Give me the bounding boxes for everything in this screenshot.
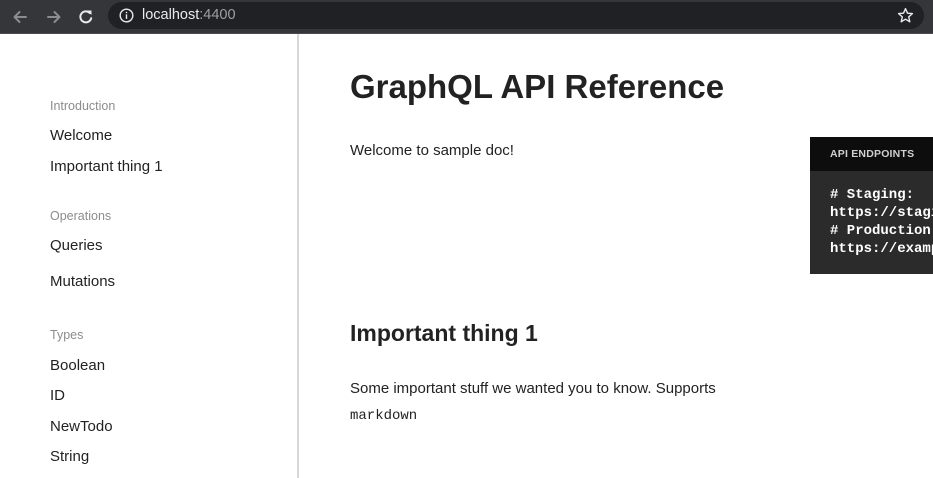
reload-icon: [79, 10, 93, 24]
nav-link-important-thing-1[interactable]: Important thing 1: [50, 157, 163, 176]
nav-link-newtodo[interactable]: NewTodo: [50, 417, 113, 436]
section-text-body: Some important stuff we wanted you to kn…: [350, 380, 716, 397]
info-icon[interactable]: [119, 8, 134, 23]
api-endpoints-code: # Staging: https://staging.example.com/gr…: [830, 186, 933, 258]
page-title: GraphQL API Reference: [350, 68, 725, 105]
sidebar-nav: Introduction Welcome Important thing 1 O…: [0, 34, 299, 478]
url-host: localhost: [142, 7, 200, 23]
api-endpoints-title: API ENDPOINTS: [830, 148, 915, 160]
section-code: markdown: [350, 408, 418, 424]
address-bar[interactable]: localhost:4400: [108, 2, 924, 29]
nav-heading-operations: Operations: [50, 209, 112, 223]
arrow-left-icon: [13, 11, 27, 23]
forward-button[interactable]: [42, 5, 66, 29]
bookmark-star-icon[interactable]: [897, 7, 914, 24]
api-endpoints-header: API ENDPOINTS: [810, 137, 933, 171]
staging-comment: # Staging:: [830, 187, 915, 203]
nav-link-mutations[interactable]: Mutations: [50, 272, 115, 291]
nav-heading-types: Types: [50, 328, 84, 342]
nav-heading-introduction: Introduction: [50, 99, 116, 113]
nav-link-queries[interactable]: Queries: [50, 236, 103, 255]
url-text[interactable]: localhost:4400: [142, 7, 236, 24]
api-endpoints-panel: API ENDPOINTS # Staging: https://staging.…: [810, 137, 933, 274]
staging-url: https://staging.example.com/graphql: [830, 205, 933, 221]
nav-link-welcome[interactable]: Welcome: [50, 126, 112, 145]
section-text: Some important stuff we wanted you to kn…: [350, 376, 770, 429]
arrow-right-icon: [47, 11, 61, 23]
reload-button[interactable]: [74, 5, 98, 29]
section-title: Important thing 1: [350, 320, 538, 346]
production-url: https://example.com/graphql: [830, 241, 933, 257]
intro-text: Welcome to sample doc!: [350, 142, 514, 159]
browser-toolbar: localhost:4400: [0, 0, 933, 34]
nav-link-boolean[interactable]: Boolean: [50, 356, 105, 375]
url-port: :4400: [199, 7, 236, 23]
nav-link-string[interactable]: String: [50, 447, 89, 466]
back-button[interactable]: [8, 5, 32, 29]
nav-link-id[interactable]: ID: [50, 386, 65, 405]
production-comment: # Production:: [830, 223, 933, 239]
